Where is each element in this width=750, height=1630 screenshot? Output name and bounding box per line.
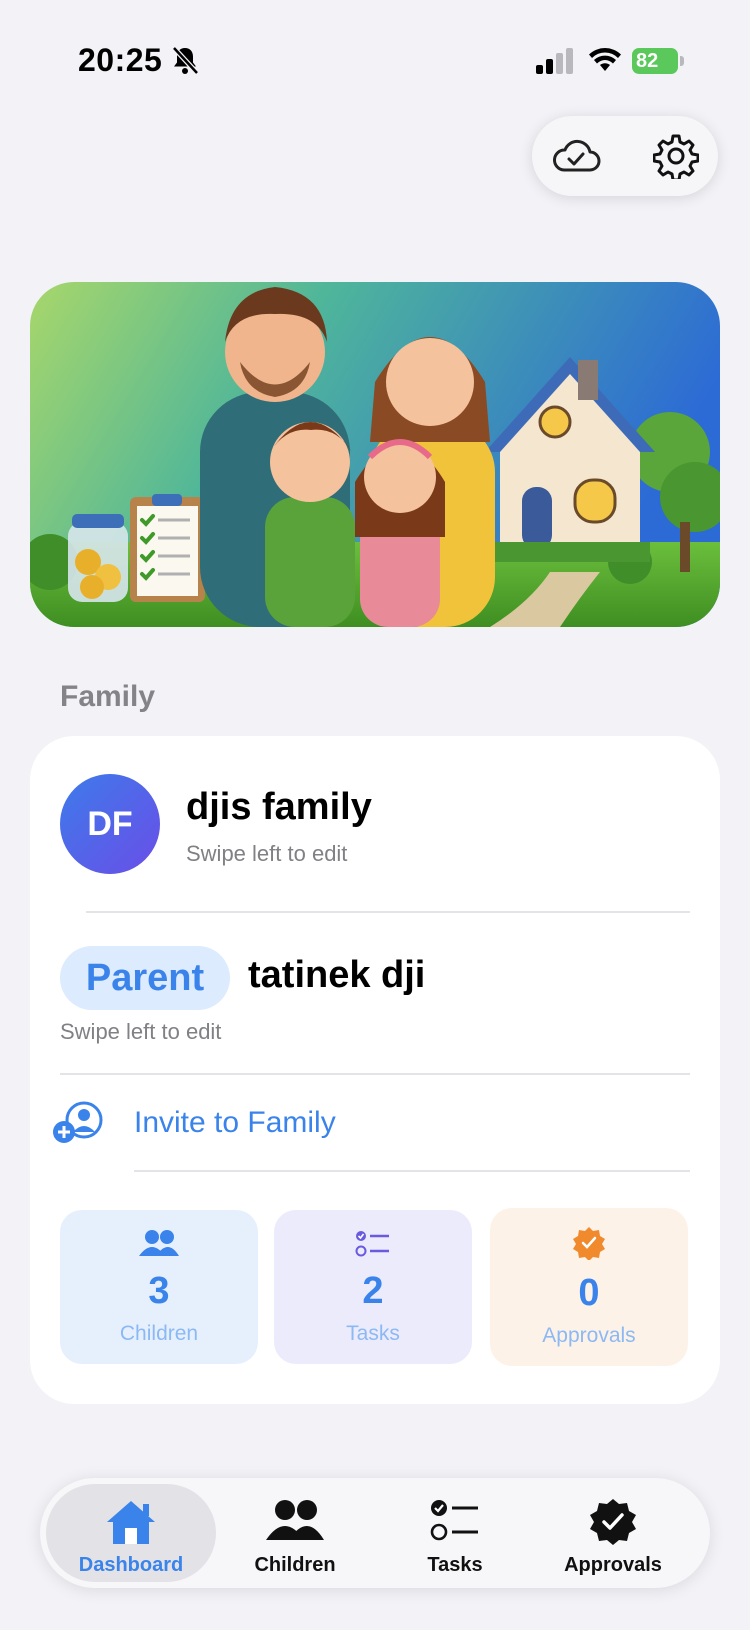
bell-slash-icon: [172, 46, 199, 75]
stat-children-card[interactable]: 3 Children: [60, 1210, 258, 1364]
checklist-icon: [274, 1228, 472, 1264]
member-name[interactable]: tatinek dji: [248, 954, 425, 997]
stat-children-value: 3: [148, 1270, 170, 1312]
stat-tasks-card[interactable]: 2 Tasks: [274, 1210, 472, 1364]
family-hero-illustration: [30, 282, 720, 627]
people-icon: [60, 1228, 258, 1264]
checklist-icon: [370, 1498, 540, 1546]
family-swipe-hint: Swipe left to edit: [186, 841, 348, 866]
status-time: 20:25: [78, 42, 163, 78]
stat-approvals-label: Approvals: [542, 1324, 636, 1347]
cloud-check-icon: [553, 139, 601, 172]
people-icon: [210, 1498, 380, 1546]
tab-label: Dashboard: [78, 1554, 184, 1576]
divider: [134, 1170, 690, 1172]
role-badge: Parent: [60, 946, 230, 1010]
seal-check-icon: [490, 1226, 688, 1262]
stat-tasks-value: 2: [362, 1270, 384, 1312]
stat-tasks-label: Tasks: [346, 1322, 400, 1345]
invite-to-family-button[interactable]: Invite to Family: [134, 1106, 336, 1140]
cloud-sync-button[interactable]: [546, 130, 606, 182]
bottom-tab-bar: Dashboard Children Tasks Approvals: [40, 1478, 710, 1588]
tab-dashboard[interactable]: Dashboard: [46, 1484, 216, 1582]
member-swipe-hint: Swipe left to edit: [60, 1019, 222, 1044]
tab-children[interactable]: Children: [210, 1484, 380, 1582]
divider: [86, 911, 690, 913]
divider: [60, 1073, 690, 1075]
stat-children-label: Children: [119, 1322, 199, 1345]
house-icon: [46, 1498, 216, 1546]
battery-tip: [680, 56, 684, 66]
tab-approvals[interactable]: Approvals: [528, 1484, 698, 1582]
settings-button[interactable]: [648, 128, 704, 184]
person-add-icon[interactable]: [52, 1100, 104, 1146]
family-card: DF djis family Swipe left to edit Parent…: [30, 736, 720, 1404]
cellular-signal-icon: [536, 48, 573, 74]
gear-icon: [653, 134, 699, 179]
tab-label: Approvals: [564, 1554, 662, 1576]
hero-image: [30, 282, 720, 627]
family-name[interactable]: djis family: [186, 786, 372, 829]
family-avatar: DF: [60, 774, 160, 874]
stat-approvals-card[interactable]: 0 Approvals: [490, 1208, 688, 1366]
battery-level: 82: [632, 48, 678, 74]
top-actions-pill: [532, 116, 718, 196]
section-label-family: Family: [60, 680, 156, 713]
tab-label: Tasks: [427, 1554, 483, 1576]
wifi-icon: [589, 48, 621, 71]
stat-approvals-value: 0: [578, 1272, 600, 1314]
tab-label: Children: [254, 1554, 336, 1576]
seal-check-icon: [528, 1498, 698, 1546]
battery-indicator: 82: [632, 48, 684, 74]
tab-tasks[interactable]: Tasks: [370, 1484, 540, 1582]
